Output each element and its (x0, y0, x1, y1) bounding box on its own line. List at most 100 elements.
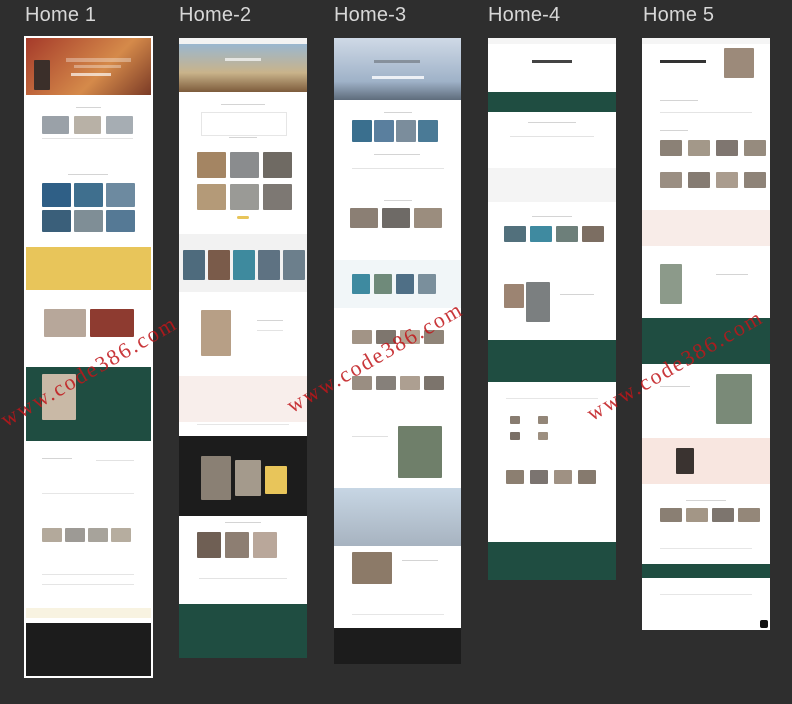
section-title (686, 500, 726, 501)
property-thumb (230, 152, 259, 178)
hero-person-image (34, 60, 50, 90)
feature-title (716, 274, 748, 275)
agent-photo (201, 310, 231, 356)
property-thumb (197, 184, 226, 210)
city-image (374, 274, 392, 294)
testimonial-title (42, 458, 72, 459)
city-image (183, 250, 205, 280)
frame-home-2-bottom (179, 516, 307, 658)
frame-home-2[interactable] (179, 38, 307, 436)
section-title (76, 107, 101, 108)
property-thumb (716, 140, 738, 156)
property-thumb (414, 208, 442, 228)
blush-feature-band (642, 210, 770, 246)
blog-thumb (686, 508, 708, 522)
property-image (201, 456, 231, 500)
building-image (716, 374, 752, 424)
house-image (660, 264, 682, 304)
property-thumb (582, 226, 604, 242)
stats-row (510, 136, 594, 137)
frame-label-home-4[interactable]: Home-4 (488, 4, 560, 27)
section-title (532, 216, 572, 217)
hero-image (724, 48, 754, 78)
hero-subheading (74, 65, 121, 68)
city-image (106, 210, 135, 232)
property-thumb (263, 152, 292, 178)
hero-heading (374, 60, 420, 63)
hero-heading (532, 60, 572, 63)
corner-badge-icon (760, 620, 768, 628)
section-title (68, 174, 108, 175)
blog-thumb (538, 432, 548, 440)
section-title (660, 130, 688, 131)
property-thumb (42, 116, 69, 134)
promo-text (402, 560, 438, 561)
hero-heading (225, 58, 261, 61)
property-thumb (744, 140, 766, 156)
blog-thumb (65, 528, 85, 542)
top-nav (642, 38, 770, 44)
links-row (42, 584, 134, 585)
feature-title (560, 294, 594, 295)
city-image (42, 183, 71, 207)
partner-logos (660, 548, 752, 549)
hero-heading (66, 58, 131, 62)
property-thumb (530, 226, 552, 242)
frame-home-4[interactable] (488, 38, 616, 580)
property-thumb (396, 120, 416, 142)
property-image (235, 460, 261, 496)
frame-label-home-5[interactable]: Home 5 (643, 4, 714, 27)
section-title (528, 122, 576, 123)
blog-thumb (538, 416, 548, 424)
hero-search (71, 73, 111, 76)
property-thumb (374, 120, 394, 142)
partner-logos (42, 493, 134, 494)
feature-text (257, 330, 283, 331)
yellow-feature-band (26, 247, 151, 290)
footer (179, 604, 307, 658)
property-thumb (74, 116, 101, 134)
property-thumb (350, 208, 378, 228)
feature-band (488, 168, 616, 202)
footer (26, 623, 151, 676)
links-row (42, 574, 134, 575)
blog-thumb (712, 508, 734, 522)
blog-thumb (510, 416, 520, 424)
property-thumb (197, 152, 226, 178)
frame-home-2-dark-section (179, 436, 307, 516)
property-thumb (352, 330, 372, 344)
city-image (74, 210, 103, 232)
top-nav (488, 38, 616, 44)
city-image (258, 250, 280, 280)
info-cards (201, 112, 287, 136)
search-band (488, 92, 616, 112)
blog-thumb (510, 432, 520, 440)
property-thumb (716, 172, 738, 188)
property-thumb (400, 376, 420, 390)
property-thumb (418, 120, 438, 142)
property-thumb (744, 172, 766, 188)
blog-thumb (660, 508, 682, 522)
team-photo (197, 532, 221, 558)
stats-row (352, 168, 444, 169)
frame-label-home-1[interactable]: Home 1 (25, 4, 96, 27)
hero-search (372, 76, 424, 79)
property-thumb (352, 120, 372, 142)
blog-thumb (111, 528, 131, 542)
agent-photo (676, 448, 694, 474)
agent-photo (504, 284, 524, 308)
testimonial-text (96, 460, 134, 461)
partner-logos (352, 614, 444, 615)
promo-band (334, 488, 461, 546)
house-image (526, 282, 550, 322)
section-title (660, 100, 698, 101)
frame-label-home-3[interactable]: Home-3 (334, 4, 406, 27)
city-image (74, 183, 103, 207)
property-thumb (263, 184, 292, 210)
blog-thumb (42, 528, 62, 542)
icons-row (660, 112, 752, 113)
frame-label-home-2[interactable]: Home-2 (179, 4, 251, 27)
property-thumb (660, 140, 682, 156)
property-thumb (530, 470, 548, 484)
section-title (225, 522, 261, 523)
